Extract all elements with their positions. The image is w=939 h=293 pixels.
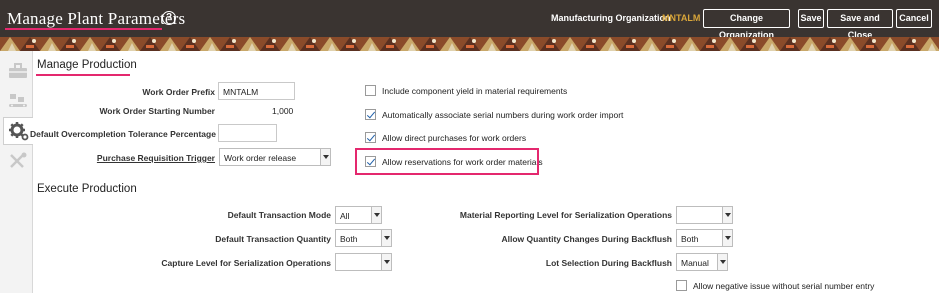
checkbox-box[interactable] (365, 85, 376, 96)
chevron-down-icon (381, 230, 391, 246)
left-rail (0, 51, 33, 293)
purchase-requisition-trigger-value: Work order release (224, 153, 297, 163)
lot-selection-value: Manual (681, 258, 709, 268)
rail-tab-tools[interactable] (3, 147, 33, 175)
change-organization-button[interactable]: Change Organization (703, 9, 790, 40)
overcompletion-tolerance-input[interactable] (218, 124, 277, 142)
capture-level-serialization-select[interactable] (335, 253, 392, 271)
material-reporting-level-select[interactable] (676, 206, 733, 224)
manage-production-title: Manage Production (37, 59, 137, 71)
default-transaction-quantity-select[interactable]: Both (335, 229, 392, 247)
chevron-down-icon (722, 207, 732, 223)
help-icon[interactable]: ? (162, 11, 176, 25)
purchase-requisition-trigger-label[interactable]: Purchase Requisition Trigger (70, 153, 215, 163)
checkbox-box[interactable] (365, 132, 376, 143)
auto-associate-serial-checkbox[interactable]: Automatically associate serial numbers d… (365, 109, 623, 120)
banner-pattern (0, 37, 939, 51)
cancel-button[interactable]: Cancel (896, 9, 932, 28)
decorative-banner (0, 37, 939, 51)
checkbox-label: Allow negative issue without serial numb… (693, 280, 875, 291)
toolbox-icon (9, 63, 27, 78)
allow-direct-purchases-checkbox[interactable]: Allow direct purchases for work orders (365, 132, 526, 143)
save-and-close-button[interactable]: Save and Close (827, 9, 893, 40)
org-value: MNTALM (662, 13, 701, 23)
include-component-yield-checkbox[interactable]: Include component yield in material requ… (365, 85, 567, 96)
lot-selection-select[interactable]: Manual (676, 253, 728, 271)
rail-tab-toolbox[interactable] (3, 57, 33, 85)
chevron-down-icon (320, 149, 330, 165)
lot-selection-label: Lot Selection During Backflush (545, 258, 672, 268)
org-label: Manufacturing Organization (551, 13, 671, 23)
work-order-prefix-label: Work Order Prefix (142, 87, 215, 97)
title-highlight (5, 28, 162, 30)
execute-production-title: Execute Production (37, 183, 137, 195)
allow-quantity-changes-label: Allow Quantity Changes During Backflush (501, 234, 673, 244)
checkbox-label: Allow direct purchases for work orders (382, 132, 527, 143)
default-transaction-mode-label: Default Transaction Mode (227, 210, 331, 220)
rail-tab-gear[interactable] (3, 117, 33, 145)
save-button[interactable]: Save (798, 9, 824, 28)
tools-icon (10, 152, 27, 168)
rail-tab-conveyor[interactable] (3, 87, 33, 115)
checkbox-box[interactable] (365, 109, 376, 120)
work-order-starting-number-label: Work Order Starting Number (99, 106, 215, 116)
conveyor-icon (9, 94, 27, 107)
reservations-highlight-box (355, 148, 539, 175)
material-reporting-level-label: Material Reporting Level for Serializati… (459, 210, 672, 220)
checkbox-label: Include component yield in material requ… (382, 85, 568, 96)
capture-level-serialization-label: Capture Level for Serialization Operatio… (161, 258, 331, 268)
header-bar: Manage Plant Parameters ? Manufacturing … (0, 0, 939, 40)
work-order-prefix-input[interactable]: MNTALM (218, 82, 295, 100)
checkbox-label: Automatically associate serial numbers d… (382, 109, 624, 120)
default-transaction-quantity-value: Both (340, 234, 358, 244)
manage-production-highlight (36, 74, 130, 76)
checkbox-box[interactable] (676, 280, 687, 291)
work-order-starting-number-value: 1,000 (272, 106, 294, 116)
default-transaction-quantity-label: Default Transaction Quantity (215, 234, 331, 244)
allow-quantity-changes-value: Both (681, 234, 699, 244)
overcompletion-tolerance-label: Default Overcompletion Tolerance Percent… (30, 129, 216, 139)
gear-icon (8, 122, 28, 141)
chevron-down-icon (722, 230, 732, 246)
allow-quantity-changes-select[interactable]: Both (676, 229, 733, 247)
chevron-down-icon (381, 254, 391, 270)
default-transaction-mode-value: All (340, 211, 350, 221)
chevron-down-icon (717, 254, 727, 270)
page-title: Manage Plant Parameters (7, 9, 186, 28)
default-transaction-mode-select[interactable]: All (335, 206, 382, 224)
allow-negative-issue-checkbox[interactable]: Allow negative issue without serial numb… (676, 280, 874, 291)
chevron-down-icon (371, 207, 381, 223)
purchase-requisition-trigger-select[interactable]: Work order release (219, 148, 331, 166)
